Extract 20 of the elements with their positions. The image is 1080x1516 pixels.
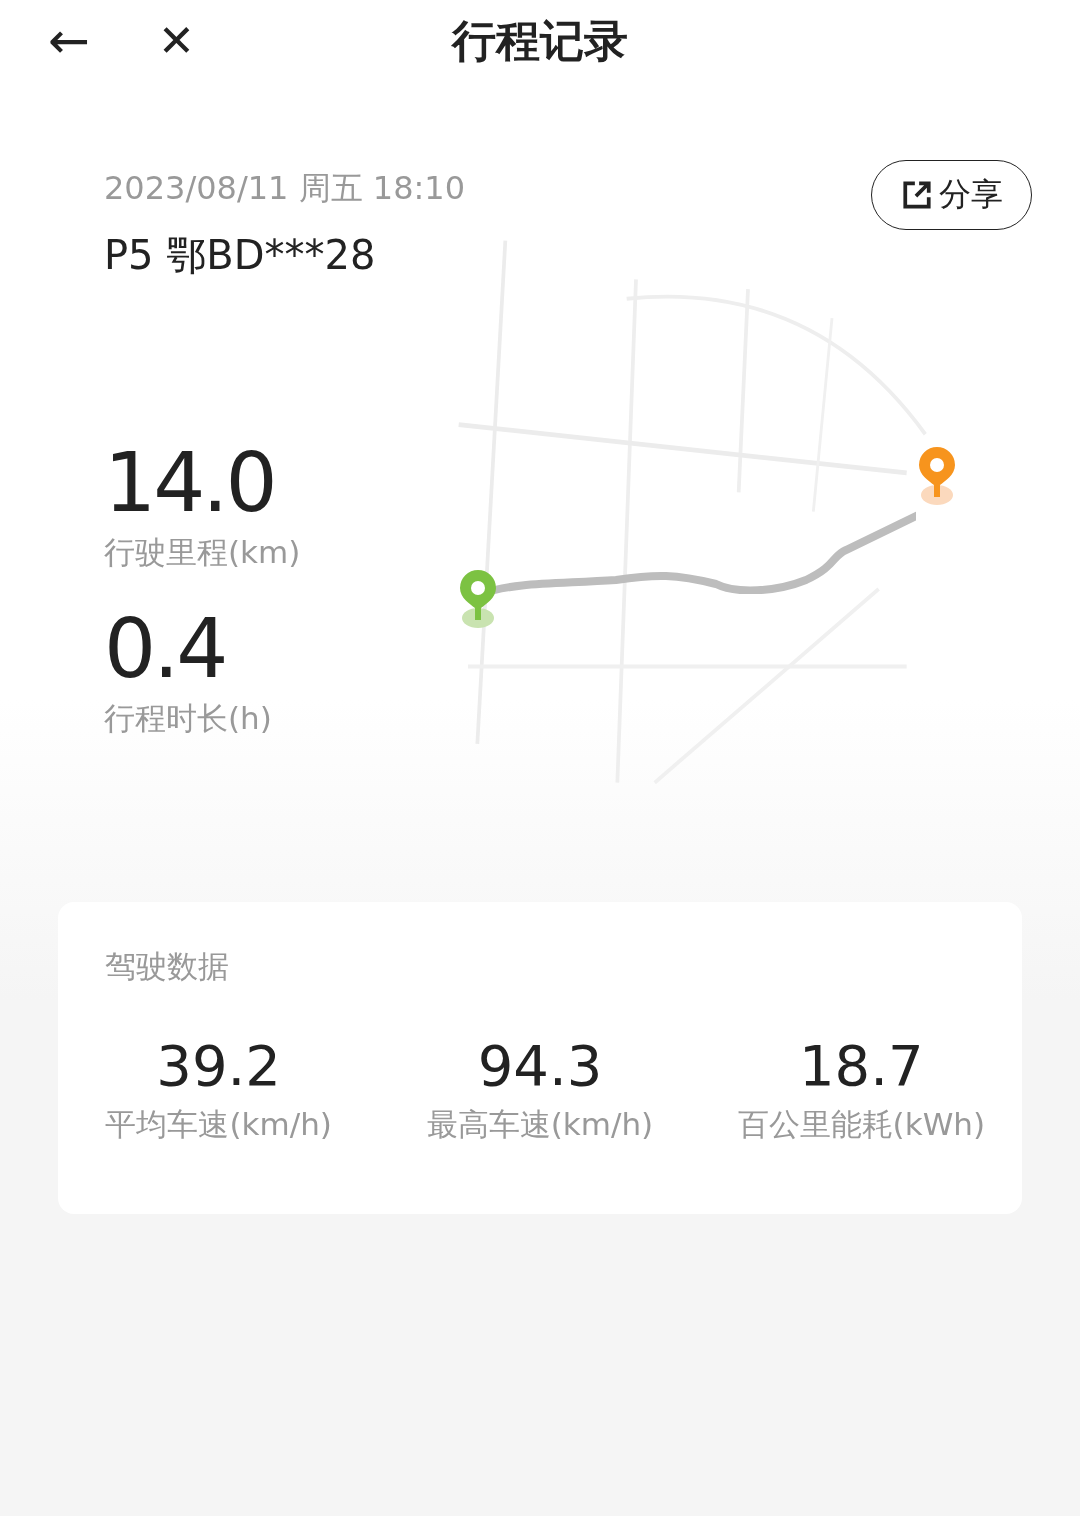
metric-value: 94.3 bbox=[476, 1034, 604, 1098]
share-icon bbox=[900, 179, 933, 211]
end-pin-icon bbox=[917, 445, 957, 507]
trip-datetime: 2023/08/11 周五 18:10 bbox=[104, 168, 465, 209]
metric-label: 最高车速(km/h) bbox=[425, 1105, 655, 1144]
vehicle-plate: P5 鄂BD***28 bbox=[104, 231, 376, 280]
metric-label: 平均车速(km/h) bbox=[104, 1105, 333, 1144]
share-button[interactable]: 分享 bbox=[871, 160, 1032, 230]
metric-value: 39.2 bbox=[155, 1034, 282, 1098]
metric-label: 百公里能耗(kWh) bbox=[736, 1105, 987, 1144]
card-title: 驾驶数据 bbox=[105, 947, 229, 986]
metric-value: 18.7 bbox=[797, 1034, 925, 1098]
start-pin-icon bbox=[458, 568, 498, 630]
stat-value: 14.0 bbox=[104, 438, 275, 528]
close-button[interactable]: ✕ bbox=[157, 19, 195, 63]
page-title: 行程记录 bbox=[450, 13, 629, 68]
back-button[interactable]: ← bbox=[48, 16, 90, 66]
stat-label: 行程时长(h) bbox=[104, 699, 272, 738]
stat-label: 行驶里程(km) bbox=[104, 533, 301, 572]
stat-value: 0.4 bbox=[104, 604, 226, 694]
